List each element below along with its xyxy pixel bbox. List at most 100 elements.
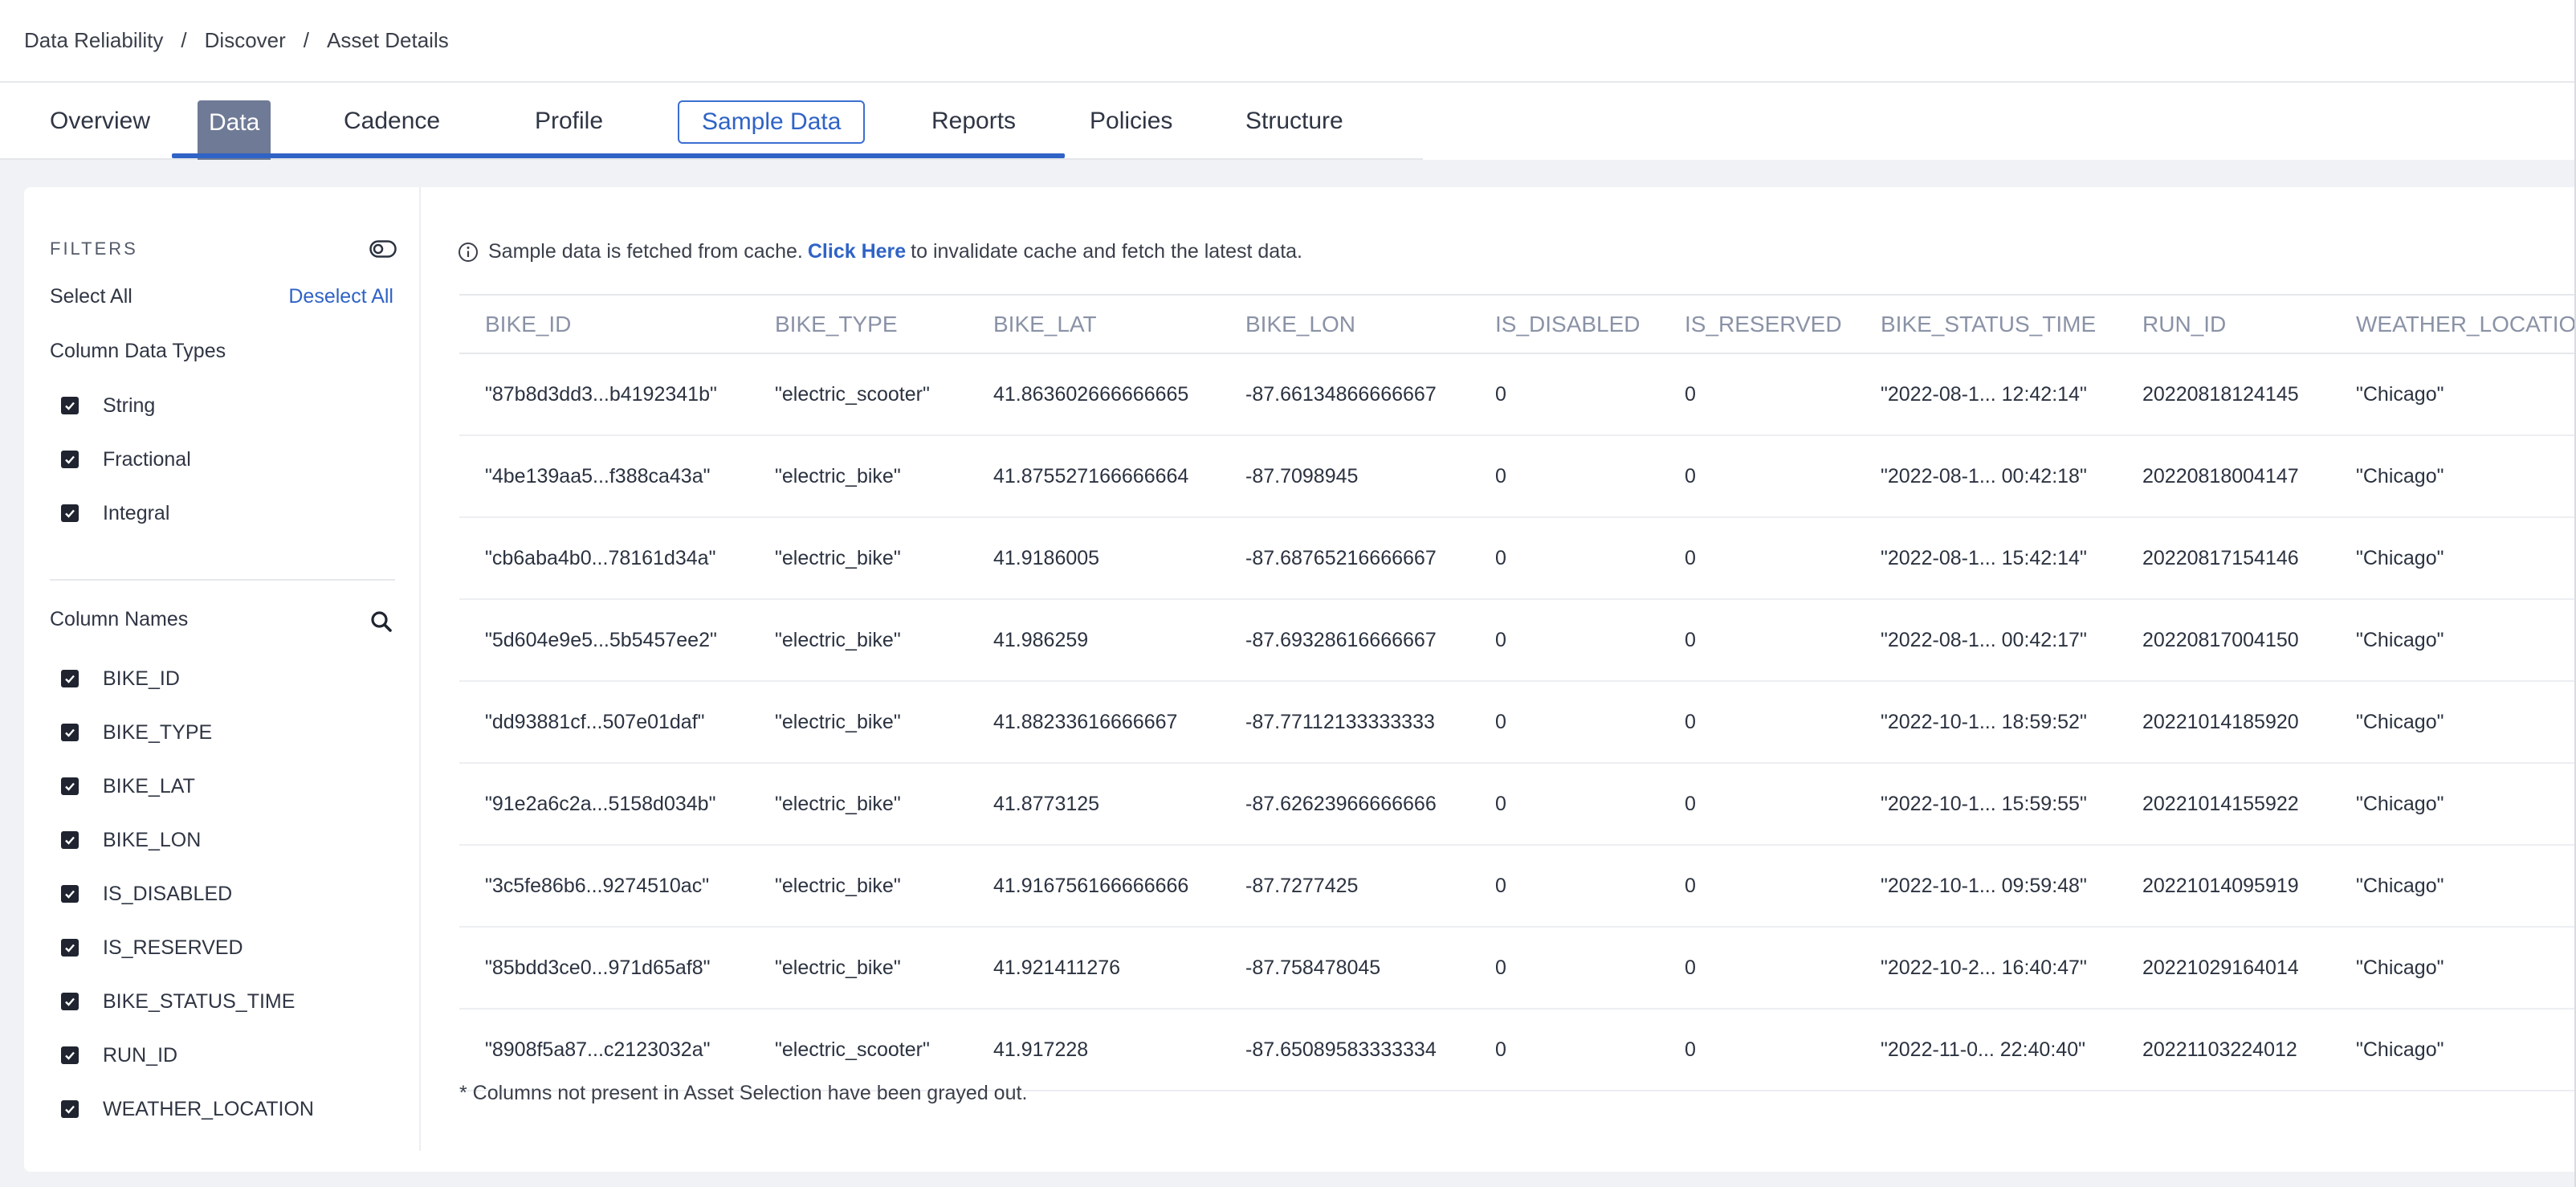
app-root: Data Reliability / Discover / Asset Deta…: [0, 0, 2576, 1187]
tab-reports[interactable]: Reports: [931, 99, 1016, 144]
filter-label: WEATHER_LOCATION: [103, 1097, 314, 1120]
sample-data-table-container[interactable]: BIKE_ID BIKE_TYPE BIKE_LAT BIKE_LON IS_DISAB…: [459, 294, 2576, 1157]
tab-structure[interactable]: Structure: [1245, 99, 1343, 144]
table-cell: 0: [1469, 681, 1659, 764]
table-cell: "electric_bike": [749, 763, 968, 846]
filter-column-weather-location[interactable]: WEATHER_LOCATION: [61, 1093, 314, 1125]
table-row: "cb6aba4b0...78161d34a" "electric_bike" 41…: [459, 517, 2576, 600]
table-cell: 20220817154146: [2117, 517, 2330, 600]
table-cell: 41.875527166666664: [968, 435, 1220, 518]
table-cell: 0: [1659, 1009, 1855, 1091]
table-cell: "Chicago": [2330, 1009, 2576, 1091]
info-text-suffix: to invalidate cache and fetch the latest…: [911, 240, 1303, 263]
checkbox-checked[interactable]: [61, 1046, 79, 1064]
table-cell: "electric_bike": [749, 681, 968, 764]
breadcrumb-separator: /: [181, 28, 187, 52]
table-row: "4be139aa5...f388ca43a" "electric_bike" 41…: [459, 435, 2576, 518]
table-cell: "87b8d3dd3...b4192341b": [459, 353, 749, 436]
checkbox-checked[interactable]: [61, 1100, 79, 1118]
table-cell: 41.863602666666665: [968, 353, 1220, 436]
checkbox-checked[interactable]: [61, 504, 79, 522]
filter-datatype-string[interactable]: String: [61, 390, 155, 422]
table-cell: 0: [1659, 681, 1855, 764]
table-cell: "dd93881cf...507e01daf": [459, 681, 749, 764]
checkbox-checked[interactable]: [61, 451, 79, 468]
filter-column-is-disabled[interactable]: IS_DISABLED: [61, 878, 232, 910]
filter-column-is-reserved[interactable]: IS_RESERVED: [61, 932, 243, 964]
active-tab-indicator: [172, 153, 1065, 158]
filter-column-bike-status-time[interactable]: BIKE_STATUS_TIME: [61, 985, 295, 1018]
column-header-bike-lon[interactable]: BIKE_LON: [1220, 296, 1469, 354]
filter-column-bike-id[interactable]: BIKE_ID: [61, 663, 180, 695]
tab-policies[interactable]: Policies: [1090, 99, 1172, 144]
table-cell: -87.758478045: [1220, 927, 1469, 1010]
column-header-weather-location[interactable]: WEATHER_LOCATION: [2330, 296, 2576, 354]
table-cell: 0: [1469, 435, 1659, 518]
table-cell: 0: [1659, 599, 1855, 682]
filter-datatype-fractional[interactable]: Fractional: [61, 443, 191, 475]
column-header-bike-lat[interactable]: BIKE_LAT: [968, 296, 1220, 354]
table-cell: "2022-08-1... 00:42:18": [1855, 435, 2117, 518]
table-cell: -87.65089583333334: [1220, 1009, 1469, 1091]
tab-data[interactable]: Data: [198, 100, 271, 160]
grayed-out-footnote: * Columns not present in Asset Selection…: [459, 1082, 1028, 1104]
filter-label: IS_DISABLED: [103, 882, 233, 905]
table-cell: 20220818124145: [2117, 353, 2330, 436]
table-cell: 20221014185920: [2117, 681, 2330, 764]
checkbox-checked[interactable]: [61, 993, 79, 1010]
column-header-bike-status-time[interactable]: BIKE_STATUS_TIME: [1855, 296, 2117, 354]
table-cell: "2022-08-1... 00:42:17": [1855, 599, 2117, 682]
breadcrumb-item-data-reliability[interactable]: Data Reliability: [24, 28, 163, 53]
checkbox-checked[interactable]: [61, 939, 79, 957]
checkbox-checked[interactable]: [61, 724, 79, 741]
filter-column-bike-type[interactable]: BIKE_TYPE: [61, 716, 212, 749]
column-header-is-reserved[interactable]: IS_RESERVED: [1659, 296, 1855, 354]
cache-info-message: Sample data is fetched from cache. Click…: [458, 240, 1302, 263]
filters-title: FILTERS: [50, 239, 138, 259]
table-row: "3c5fe86b6...9274510ac" "electric_bike" 41…: [459, 845, 2576, 928]
table-body: "87b8d3dd3...b4192341b" "electric_scooter…: [459, 353, 2576, 1091]
tab-profile[interactable]: Profile: [535, 99, 603, 144]
breadcrumb: Data Reliability / Discover / Asset Deta…: [0, 0, 2576, 83]
table-cell: 20221029164014: [2117, 927, 2330, 1010]
select-all-button[interactable]: Select All: [50, 285, 132, 308]
table-cell: 0: [1659, 353, 1855, 436]
toggle-icon[interactable]: [369, 240, 397, 258]
table-cell: "Chicago": [2330, 599, 2576, 682]
checkbox-checked[interactable]: [61, 777, 79, 795]
table-cell: -87.69328616666667: [1220, 599, 1469, 682]
column-header-bike-type[interactable]: BIKE_TYPE: [749, 296, 968, 354]
checkbox-checked[interactable]: [61, 397, 79, 414]
table-cell: "2022-10-2... 16:40:47": [1855, 927, 2117, 1010]
deselect-all-button[interactable]: Deselect All: [288, 285, 393, 308]
checkbox-checked[interactable]: [61, 831, 79, 849]
filter-datatype-integral[interactable]: Integral: [61, 497, 169, 529]
main-card: FILTERS Select All Deselect All Column D…: [24, 187, 2576, 1172]
filter-column-run-id[interactable]: RUN_ID: [61, 1039, 177, 1071]
table-cell: 20220818004147: [2117, 435, 2330, 518]
column-header-is-disabled[interactable]: IS_DISABLED: [1469, 296, 1659, 354]
tab-sample-data[interactable]: Sample Data: [678, 100, 866, 144]
tab-cadence[interactable]: Cadence: [344, 99, 440, 144]
filter-column-bike-lat[interactable]: BIKE_LAT: [61, 770, 195, 802]
breadcrumb-separator: /: [303, 28, 310, 52]
column-header-bike-id[interactable]: BIKE_ID: [459, 296, 749, 354]
breadcrumb-item-discover[interactable]: Discover: [205, 28, 286, 53]
table-cell: -87.7098945: [1220, 435, 1469, 518]
table-cell: "Chicago": [2330, 763, 2576, 846]
table-cell: "electric_bike": [749, 927, 968, 1010]
checkbox-checked[interactable]: [61, 885, 79, 903]
checkbox-checked[interactable]: [61, 670, 79, 687]
invalidate-cache-link[interactable]: Click Here: [808, 240, 906, 263]
table-cell: 0: [1659, 763, 1855, 846]
column-header-run-id[interactable]: RUN_ID: [2117, 296, 2330, 354]
table-row: "87b8d3dd3...b4192341b" "electric_scooter…: [459, 353, 2576, 436]
tab-overview[interactable]: Overview: [50, 99, 150, 144]
filter-column-bike-lon[interactable]: BIKE_LON: [61, 824, 201, 856]
table-cell: 0: [1659, 845, 1855, 928]
table-cell: "3c5fe86b6...9274510ac": [459, 845, 749, 928]
info-text-prefix: Sample data is fetched from cache.: [488, 240, 803, 263]
search-icon[interactable]: [369, 610, 393, 634]
table-cell: -87.7277425: [1220, 845, 1469, 928]
table-cell: 41.986259: [968, 599, 1220, 682]
